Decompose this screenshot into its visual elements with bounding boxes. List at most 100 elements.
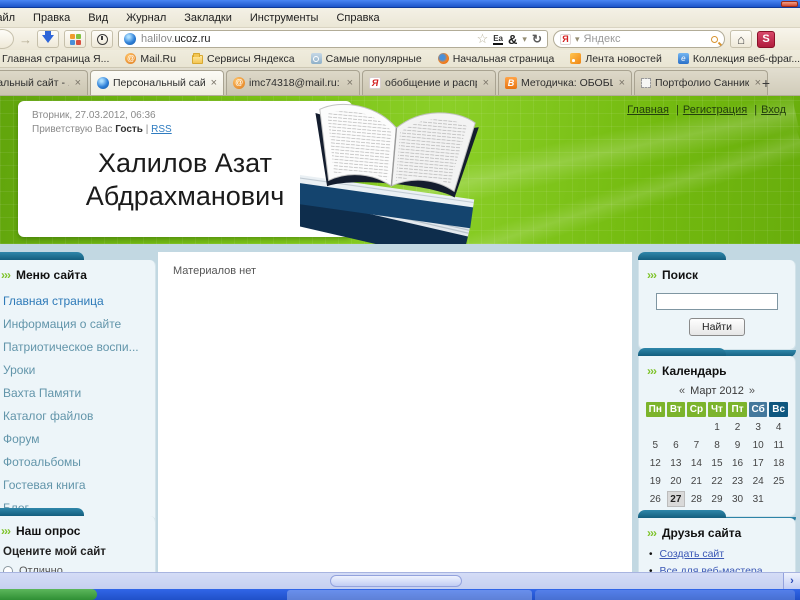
poll-option[interactable]: Отлично	[0, 562, 155, 572]
tab[interactable]: B Методичка: ОБОБЩ... ×	[498, 70, 632, 95]
calendar-day[interactable]: 22	[708, 473, 727, 489]
friend-link[interactable]: Создать сайт	[660, 548, 725, 560]
calendar-day[interactable]: 7	[687, 437, 706, 453]
friend-link[interactable]: Все для веб-мастера	[660, 565, 763, 573]
calendar-day[interactable]: 12	[646, 455, 665, 471]
topnav-link[interactable]: Регистрация	[683, 104, 747, 116]
calendar-day[interactable]: 6	[667, 437, 686, 453]
tab-close-icon[interactable]: ×	[481, 77, 489, 89]
calendar-day[interactable]: 10	[749, 437, 768, 453]
calendar-day[interactable]: 3	[749, 419, 768, 435]
bookmark-item[interactable]: @ Mail.Ru	[125, 53, 176, 65]
tab[interactable]: @ imc74318@mail.ru: ре... ×	[226, 70, 360, 95]
tab[interactable]: Персональный сайт - ... ×	[90, 70, 224, 95]
start-button[interactable]	[0, 589, 97, 600]
calendar-day[interactable]: 23	[728, 473, 747, 489]
site-menu-link[interactable]: Гостевая книга	[3, 473, 147, 496]
calendar-day[interactable]: 1	[708, 419, 727, 435]
calendar-prev-icon[interactable]: «	[674, 385, 690, 397]
calendar-day[interactable]: 13	[667, 455, 686, 471]
calendar-day[interactable]: 29	[708, 491, 727, 507]
menu-item[interactable]: Файл	[0, 12, 24, 24]
menu-item[interactable]: Правка	[24, 12, 79, 24]
site-menu-link[interactable]: Уроки	[3, 358, 147, 381]
reload-icon[interactable]: ↻	[532, 32, 542, 46]
calendar-day[interactable]: 24	[749, 473, 768, 489]
site-menu-link[interactable]: Патриотическое воспи...	[3, 335, 147, 358]
menu-item[interactable]: Журнал	[117, 12, 175, 24]
calendar-day[interactable]: 18	[769, 455, 788, 471]
calendar-day[interactable]: 15	[708, 455, 727, 471]
tab[interactable]: Я обобщение и распро... ×	[362, 70, 496, 95]
taskbar-button[interactable]	[287, 590, 532, 600]
calendar-day[interactable]: 19	[646, 473, 665, 489]
bookmark-item[interactable]: e Коллекция веб-фраг...	[677, 53, 800, 65]
calendar-day[interactable]: 31	[749, 491, 768, 507]
topnav-link[interactable]: Вход	[761, 104, 786, 116]
horizontal-scrollbar[interactable]: ›	[0, 572, 800, 589]
web-search-bar[interactable]: Я ▾ Яндекс	[553, 30, 725, 48]
menu-item[interactable]: Закладки	[175, 12, 241, 24]
history-button[interactable]	[91, 30, 113, 48]
menu-item[interactable]: Вид	[79, 12, 117, 24]
calendar-day[interactable]: 26	[646, 491, 665, 507]
tab[interactable]: Персональный сайт - ... ×	[0, 70, 88, 95]
calendar-day[interactable]: 21	[687, 473, 706, 489]
new-tab-button[interactable]: +	[754, 72, 778, 94]
calendar-day[interactable]	[667, 419, 686, 435]
calendar-day[interactable]: 14	[687, 455, 706, 471]
bookmark-item[interactable]: Лента новостей	[570, 53, 662, 65]
calendar-day[interactable]: 28	[687, 491, 706, 507]
rss-link[interactable]: RSS	[151, 124, 172, 135]
bookmark-item[interactable]: Самые популярные	[310, 53, 422, 65]
calendar-day[interactable]: 2	[728, 419, 747, 435]
extension-amp-icon[interactable]: &	[508, 32, 517, 47]
site-menu-link[interactable]: Вахта Памяти	[3, 381, 147, 404]
taskbar-button[interactable]	[535, 590, 795, 600]
calendar-day[interactable]	[769, 491, 788, 507]
bookmark-star-icon[interactable]: ☆	[477, 31, 489, 47]
site-menu-link[interactable]: Главная страница	[3, 289, 147, 312]
home-button[interactable]: ⌂	[730, 30, 752, 48]
menu-item[interactable]: Справка	[327, 12, 388, 24]
translate-icon[interactable]: Ea	[493, 34, 504, 45]
topnav-link[interactable]: Главная	[627, 104, 669, 116]
url-dropdown-icon[interactable]: ▾	[522, 34, 527, 45]
calendar-day[interactable]	[687, 419, 706, 435]
search-icon[interactable]	[711, 35, 718, 43]
calendar-day[interactable]: 17	[749, 455, 768, 471]
search-engine-dropdown-icon[interactable]: ▾	[575, 34, 580, 45]
site-search-button[interactable]: Найти	[689, 318, 745, 336]
window-close-icon[interactable]	[781, 1, 798, 7]
scrollbar-thumb[interactable]	[330, 575, 462, 587]
back-button[interactable]	[0, 29, 14, 49]
calendar-day[interactable]: 25	[769, 473, 788, 489]
scrollbar-right-arrow-icon[interactable]: ›	[783, 573, 800, 589]
skype-extension-icon[interactable]: S	[757, 30, 775, 48]
site-menu-link[interactable]: Фотоальбомы	[3, 450, 147, 473]
menu-item[interactable]: Инструменты	[241, 12, 328, 24]
calendar-day[interactable]: 11	[769, 437, 788, 453]
tab-close-icon[interactable]: ×	[617, 77, 625, 89]
calendar-day[interactable]: 5	[646, 437, 665, 453]
site-search-input[interactable]	[656, 293, 778, 310]
url-bar[interactable]: halilov.ucoz.ru ☆ Ea & ▾ ↻	[118, 30, 548, 48]
bookmark-item[interactable]: Начальная страница	[437, 53, 554, 65]
calendar-day[interactable]: 27	[666, 491, 686, 507]
download-button[interactable]	[37, 30, 59, 48]
site-menu-link[interactable]: Каталог файлов	[3, 404, 147, 427]
calendar-day[interactable]: 9	[728, 437, 747, 453]
calendar-day[interactable]	[646, 419, 665, 435]
calendar-day[interactable]: 4	[769, 419, 788, 435]
tab[interactable]: Портфолио Саннико... ×	[634, 70, 768, 95]
site-menu-link[interactable]: Информация о сайте	[3, 312, 147, 335]
bookmark-item[interactable]: Я Главная страница Я...	[0, 53, 109, 65]
forward-icon[interactable]: →	[19, 32, 32, 47]
calendar-day[interactable]: 20	[667, 473, 686, 489]
calendar-day[interactable]: 30	[728, 491, 747, 507]
tab-close-icon[interactable]: ×	[209, 77, 217, 89]
calendar-day[interactable]: 16	[728, 455, 747, 471]
bookmark-item[interactable]: Сервисы Яндекса	[191, 53, 295, 65]
calendar-next-icon[interactable]: »	[744, 385, 760, 397]
site-menu-link[interactable]: Форум	[3, 427, 147, 450]
